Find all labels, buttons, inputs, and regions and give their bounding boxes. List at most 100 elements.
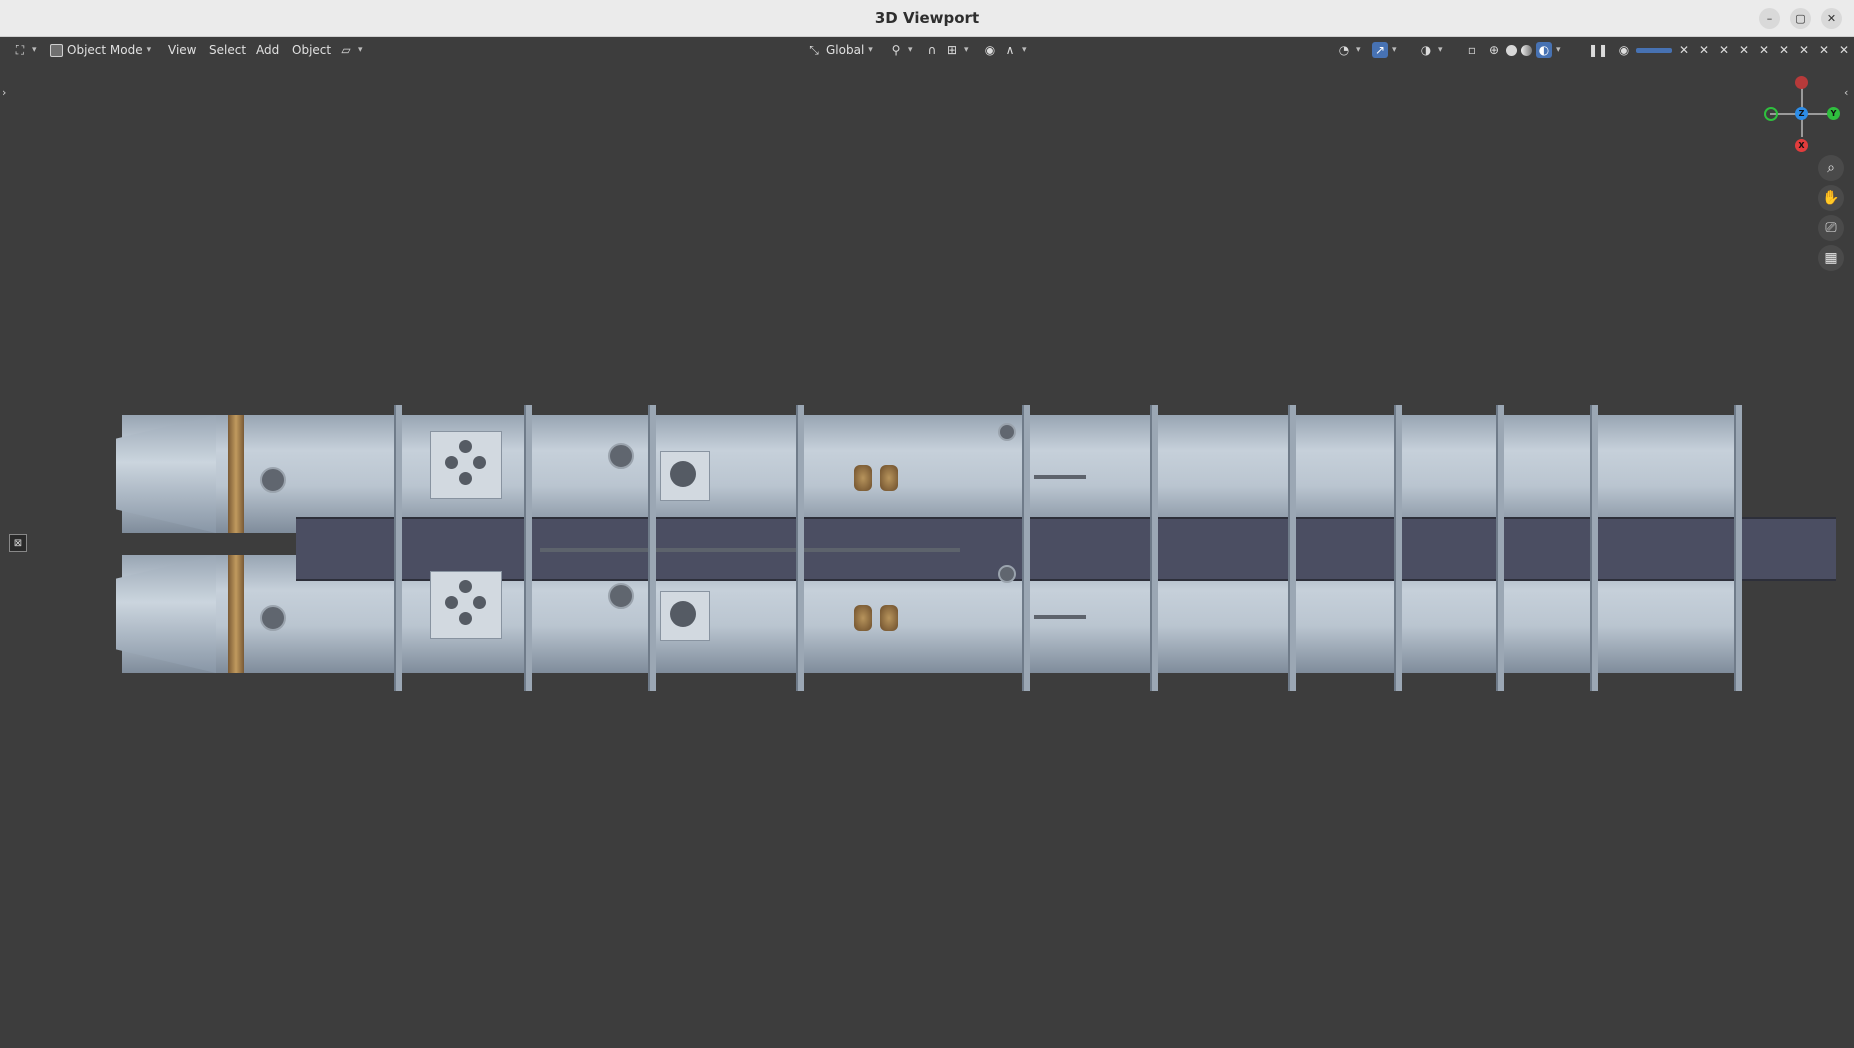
x-icon[interactable]: ✕ xyxy=(1696,42,1712,58)
material-shading-icon[interactable] xyxy=(1521,44,1532,56)
navigation-gizmo[interactable]: Z Y X xyxy=(1760,68,1840,152)
x-icon[interactable]: ✕ xyxy=(1796,42,1812,58)
overlay-toggle[interactable]: ◑ ▾ xyxy=(1418,37,1443,63)
proportional-edit-toggle[interactable]: ◉ ∧ ▾ xyxy=(982,37,1027,63)
menu-object[interactable]: Object xyxy=(292,37,331,63)
knob xyxy=(608,583,634,609)
rect-select-icon: ▱ xyxy=(341,43,351,57)
window-title: 3D Viewport xyxy=(874,9,980,27)
window-titlebar: 3D Viewport – ▢ ✕ xyxy=(0,0,1854,37)
brass-fitting xyxy=(880,605,898,631)
visibility-dropdown[interactable]: ◔ ▾ xyxy=(1336,37,1361,63)
overlay-icon: ◑ xyxy=(1420,43,1432,57)
ring xyxy=(1496,405,1504,691)
visibility-slider[interactable] xyxy=(1636,47,1672,53)
chevron-down-icon: ▾ xyxy=(1438,45,1443,55)
lever xyxy=(1034,475,1086,479)
ring xyxy=(1288,405,1296,691)
brass-band xyxy=(228,415,244,533)
ring xyxy=(796,405,804,691)
mode-dropdown[interactable]: Object Mode ▾ xyxy=(50,37,151,63)
ring xyxy=(1590,405,1598,691)
orientation-dropdown[interactable]: ⤡ Global ▾ xyxy=(806,37,873,63)
sidebar-expand-icon[interactable]: ‹ xyxy=(1844,86,1848,99)
zoom-icon[interactable]: ⌕ xyxy=(1818,155,1844,181)
knob xyxy=(260,605,286,631)
brass-band xyxy=(228,555,244,673)
collection-visibility-bar[interactable]: ◉ ✕ ✕ ✕ ✕ ✕ ✕ ✕ ✕ ✕ xyxy=(1616,37,1852,63)
maximize-button[interactable]: ▢ xyxy=(1790,8,1811,29)
orientation-label: Global xyxy=(826,43,865,57)
menu-add[interactable]: Add xyxy=(256,37,279,63)
solid-shading-icon[interactable] xyxy=(1506,44,1517,56)
x-icon[interactable]: ✕ xyxy=(1716,42,1732,58)
snap-target-button[interactable]: ▱ ▾ xyxy=(338,37,363,63)
x-icon[interactable]: ✕ xyxy=(1756,42,1772,58)
mode-label: Object Mode xyxy=(67,43,143,57)
chevron-down-icon: ▾ xyxy=(908,45,913,55)
minimize-button[interactable]: – xyxy=(1759,8,1780,29)
chevron-down-icon: ▾ xyxy=(1392,45,1397,55)
chevron-down-icon: ▾ xyxy=(964,45,969,55)
toolbar-expand-icon[interactable]: › xyxy=(2,86,6,99)
transform-orientation-icon: ⤡ xyxy=(809,42,819,57)
chevron-down-icon: ▾ xyxy=(32,45,37,55)
chevron-down-icon: ▾ xyxy=(1356,45,1361,55)
x-icon[interactable]: ✕ xyxy=(1736,42,1752,58)
gauge-panel xyxy=(660,591,710,641)
gizmo-toggle[interactable]: ↗ ▾ xyxy=(1372,37,1397,63)
camera-icon[interactable]: ⎚ xyxy=(1818,215,1844,241)
pause-button[interactable]: ❚❚ xyxy=(1587,37,1609,63)
shading-buttons[interactable]: ⊕ ◐ ▾ xyxy=(1486,37,1561,63)
menu-view[interactable]: View xyxy=(168,37,196,63)
twin-cylinder-model[interactable] xyxy=(116,405,1836,691)
xray-toggle[interactable]: ▫ xyxy=(1464,37,1480,63)
ring xyxy=(648,405,656,691)
falloff-icon: ∧ xyxy=(1005,43,1015,57)
grid-icon[interactable]: ▦ xyxy=(1818,245,1844,271)
gizmo-y-ball[interactable]: Y xyxy=(1827,107,1840,120)
gizmo-neg-x-ball[interactable] xyxy=(1795,76,1808,89)
x-icon[interactable]: ✕ xyxy=(1776,42,1792,58)
close-button[interactable]: ✕ xyxy=(1821,8,1842,29)
x-icon[interactable]: ✕ xyxy=(1676,42,1692,58)
rendered-shading-icon[interactable]: ◐ xyxy=(1536,42,1552,58)
gizmo-z-ball[interactable]: Z xyxy=(1795,107,1808,120)
wireframe-shading-icon[interactable]: ⊕ xyxy=(1486,42,1502,58)
xray-icon: ▫ xyxy=(1467,43,1477,57)
pause-icon: ❚❚ xyxy=(1587,43,1609,57)
x-icon[interactable]: ✕ xyxy=(1836,42,1852,58)
brass-fitting xyxy=(854,605,872,631)
snap-increment-icon: ⊞ xyxy=(946,43,958,57)
chevron-down-icon: ▾ xyxy=(868,45,873,55)
editor-type-button[interactable]: ⛶ ▾ xyxy=(12,37,37,63)
gizmo-neg-y-ball[interactable] xyxy=(1764,107,1778,121)
magnet-icon: ∩ xyxy=(927,43,937,57)
vent-panel xyxy=(430,571,502,639)
knob xyxy=(608,443,634,469)
brass-fitting xyxy=(854,465,872,491)
editor-type-icon: ⛶ xyxy=(15,42,25,57)
knob xyxy=(998,423,1016,441)
menu-select[interactable]: Select xyxy=(209,37,246,63)
ring xyxy=(1150,405,1158,691)
selectability-icon: ◔ xyxy=(1338,43,1350,57)
gizmo-x-ball[interactable]: X xyxy=(1795,139,1808,152)
x-icon[interactable]: ✕ xyxy=(1816,42,1832,58)
object-mode-icon xyxy=(50,43,63,57)
object-origin-icon[interactable]: ⊠ xyxy=(9,534,27,552)
pivot-dropdown[interactable]: ⚲ ▾ xyxy=(888,37,913,63)
chevron-down-icon: ▾ xyxy=(358,45,363,55)
eye-icon: ◉ xyxy=(1618,43,1630,57)
vent-panel xyxy=(430,431,502,499)
chevron-down-icon: ▾ xyxy=(146,45,152,55)
knob xyxy=(260,467,286,493)
knob xyxy=(998,565,1016,583)
snap-toggle[interactable]: ∩ ⊞ ▾ xyxy=(924,37,969,63)
ring xyxy=(1394,405,1402,691)
ring xyxy=(1022,405,1030,691)
proportional-edit-icon: ◉ xyxy=(984,43,996,57)
ring xyxy=(394,405,402,691)
center-pipe xyxy=(540,548,960,552)
pan-hand-icon[interactable]: ✋ xyxy=(1818,185,1844,211)
